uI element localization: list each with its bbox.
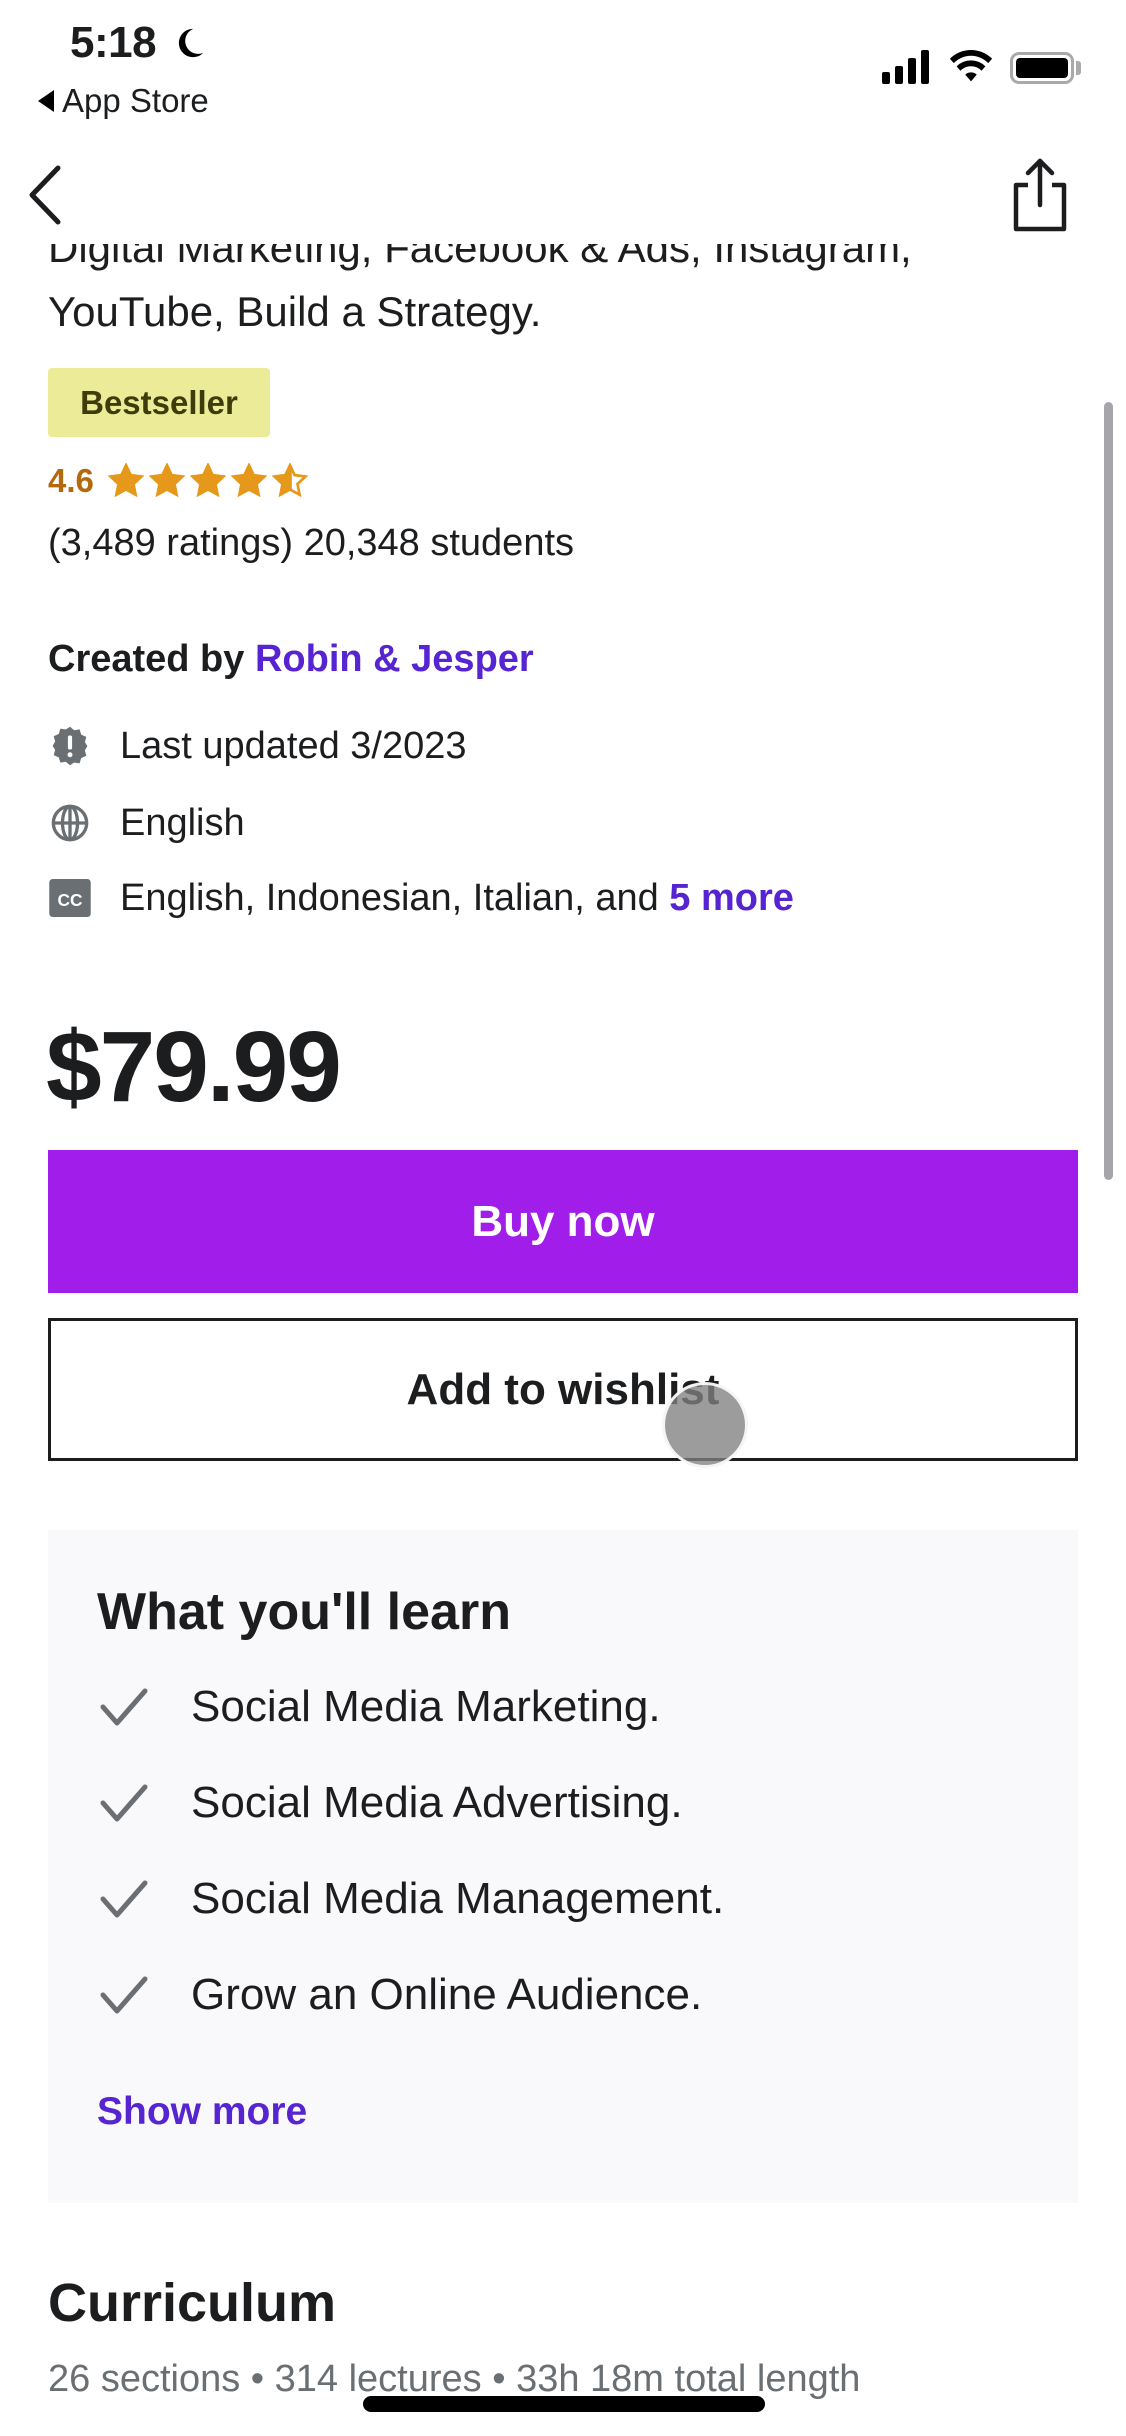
svg-text:CC: CC	[58, 890, 83, 910]
star-full-icon	[230, 463, 267, 498]
ratings-students: (3,489 ratings) 20,348 students	[48, 522, 575, 564]
globe-icon	[48, 801, 92, 845]
status-time: 5:18	[70, 18, 157, 67]
learn-item-text: Social Media Advertising.	[191, 1778, 683, 1827]
star-full-icon	[148, 463, 185, 498]
star-half-icon	[271, 463, 308, 498]
curriculum-summary: 26 sections • 314 lectures • 33h 18m tot…	[48, 2358, 861, 2400]
learn-item: Social Media Marketing.	[97, 1682, 661, 1732]
moon-icon	[178, 28, 204, 58]
course-title: YouTube, Build a Strategy.	[48, 288, 542, 335]
last-updated-row: Last updated 3/2023	[48, 724, 467, 768]
check-icon	[100, 1880, 148, 1918]
learn-item-text: Grow an Online Audience.	[191, 1970, 703, 2019]
wifi-icon	[949, 49, 993, 82]
captions-row: CC English, Indonesian, Italian, and 5 m…	[48, 876, 794, 920]
star-full-icon	[107, 463, 144, 498]
bestseller-badge: Bestseller	[48, 368, 270, 437]
captions-more-link[interactable]: 5 more	[669, 877, 794, 919]
created-by: Created by Robin & Jesper	[48, 638, 534, 681]
star-rating	[107, 463, 308, 499]
add-to-wishlist-button[interactable]: Add to wishlist	[48, 1318, 1078, 1461]
touch-indicator	[662, 1382, 748, 1468]
scrollbar[interactable]	[1104, 402, 1113, 1180]
signal-icon	[882, 50, 929, 84]
learn-item: Grow an Online Audience.	[97, 1970, 702, 2020]
battery-icon	[1010, 52, 1074, 84]
rating-value: 4.6	[48, 462, 94, 499]
share-icon[interactable]	[1006, 155, 1074, 235]
check-icon	[100, 1784, 148, 1822]
learn-item: Social Media Management.	[97, 1874, 724, 1924]
captions-text: English, Indonesian, Italian, and 5 more	[120, 877, 794, 920]
home-indicator[interactable]	[363, 2396, 765, 2412]
language-row: English	[48, 801, 245, 845]
instructor-link[interactable]: Robin & Jesper	[255, 638, 534, 680]
rating-row: 4.6	[48, 462, 308, 500]
check-icon	[100, 1976, 148, 2014]
chevron-left-icon[interactable]	[22, 160, 72, 230]
price: $79.99	[46, 1011, 342, 1123]
check-icon	[100, 1688, 148, 1726]
alert-badge-icon	[48, 724, 92, 768]
learn-item-text: Social Media Management.	[191, 1874, 725, 1923]
learn-title: What you'll learn	[97, 1583, 511, 1641]
curriculum-title: Curriculum	[48, 2273, 337, 2333]
language-text: English	[120, 801, 245, 844]
learn-item: Social Media Advertising.	[97, 1778, 683, 1828]
star-full-icon	[189, 463, 226, 498]
show-more-button[interactable]: Show more	[97, 2090, 307, 2134]
back-to-app-store[interactable]: App Store	[38, 82, 209, 120]
captions-languages: English, Indonesian, Italian, and	[120, 876, 659, 919]
buy-now-button[interactable]: Buy now	[48, 1150, 1078, 1293]
back-to-app-label: App Store	[62, 82, 209, 119]
last-updated-text: Last updated 3/2023	[120, 724, 467, 767]
learn-item-text: Social Media Marketing.	[191, 1682, 661, 1731]
created-by-label: Created by	[48, 638, 245, 680]
closed-captions-icon: CC	[48, 876, 92, 920]
course-title-partial: Digital Marketing, Facebook & Ads, Insta…	[48, 224, 912, 271]
back-triangle-icon	[38, 90, 54, 112]
battery-cap	[1076, 61, 1081, 75]
